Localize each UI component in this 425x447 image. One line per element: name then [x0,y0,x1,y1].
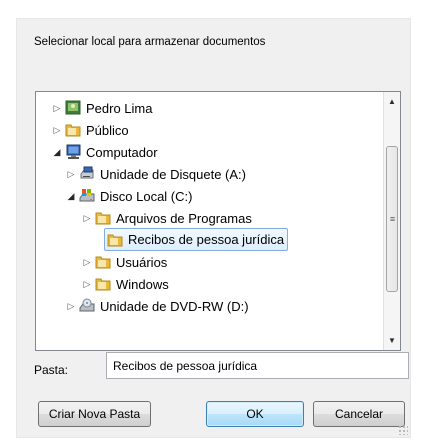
tree-item-label: Público [86,122,129,138]
folder-name-input[interactable] [106,352,409,379]
computer-icon [65,144,82,160]
tree-item-label: Usuários [116,254,168,270]
tree-item-label: Pedro Lima [86,100,153,116]
scroll-up-arrow-icon[interactable]: ▲ [384,93,400,110]
expand-arrow-icon[interactable]: ▷ [82,257,92,267]
expand-arrow-icon[interactable]: ▷ [82,213,92,223]
folder-icon [95,276,112,292]
dvd-drive-icon [79,298,96,314]
folder-icon [107,232,124,248]
folder-icon [95,254,112,270]
collapse-arrow-icon[interactable]: ◢ [66,191,76,201]
folder-label: Pasta: [34,363,69,377]
new-folder-button[interactable]: Criar Nova Pasta [38,401,151,427]
ok-button[interactable]: OK [206,401,304,427]
tree-item-label: Unidade de DVD-RW (D:) [100,298,249,314]
expand-arrow-icon[interactable]: ▷ [52,103,62,113]
tree-item-label: Windows [116,276,169,292]
tree-item-windows[interactable]: ▷ Windows [82,273,169,295]
scroll-down-arrow-icon[interactable]: ▼ [384,332,400,349]
folder-icon [95,210,112,226]
tree-item-dvd[interactable]: ▷ Unidade de DVD-RW (D:) [66,295,249,317]
hard-drive-icon [79,188,96,204]
tree-item-label: Disco Local (C:) [100,188,193,204]
expand-arrow-icon[interactable]: ▷ [66,301,76,311]
dialog-prompt: Selecionar local para armazenar document… [34,36,266,48]
tree-item-label: Computador [86,144,158,160]
collapse-arrow-icon[interactable]: ◢ [52,147,62,157]
tree-item-floppy[interactable]: ▷ Unidade de Disquete (A:) [66,163,246,185]
folder-tree[interactable]: ▷ Pedro Lima ▷ Público ◢ Computador ▷ Un… [35,91,401,351]
tree-item-recibos[interactable]: Recibos de pessoa jurídica [104,228,289,251]
select-folder-dialog: Selecionar local para armazenar document… [16,18,411,438]
user-folder-icon [65,100,82,116]
folder-icon [65,122,82,138]
expand-arrow-icon[interactable]: ▷ [52,125,62,135]
cancel-button[interactable]: Cancelar [313,401,405,427]
tree-item-pedro-lima[interactable]: ▷ Pedro Lima [52,97,152,119]
expand-arrow-icon[interactable]: ▷ [66,169,76,179]
tree-item-program-files[interactable]: ▷ Arquivos de Programas [82,207,252,229]
expand-arrow-icon[interactable]: ▷ [82,279,92,289]
tree-item-local-disk[interactable]: ◢ Disco Local (C:) [66,185,193,207]
tree-item-usuarios[interactable]: ▷ Usuários [82,251,168,273]
tree-item-computador[interactable]: ◢ Computador [52,141,158,163]
grip-icon: ≡ [389,213,395,224]
tree-item-label: Recibos de pessoa jurídica [128,232,285,247]
resize-grip-icon[interactable] [398,425,408,435]
tree-item-label: Arquivos de Programas [116,210,252,226]
scrollbar-thumb[interactable]: ≡ [386,146,398,292]
tree-scrollbar[interactable]: ▲ ≡ ▼ [383,92,400,350]
tree-item-label: Unidade de Disquete (A:) [100,166,246,182]
floppy-drive-icon [79,166,96,182]
tree-item-publico[interactable]: ▷ Público [52,119,129,141]
